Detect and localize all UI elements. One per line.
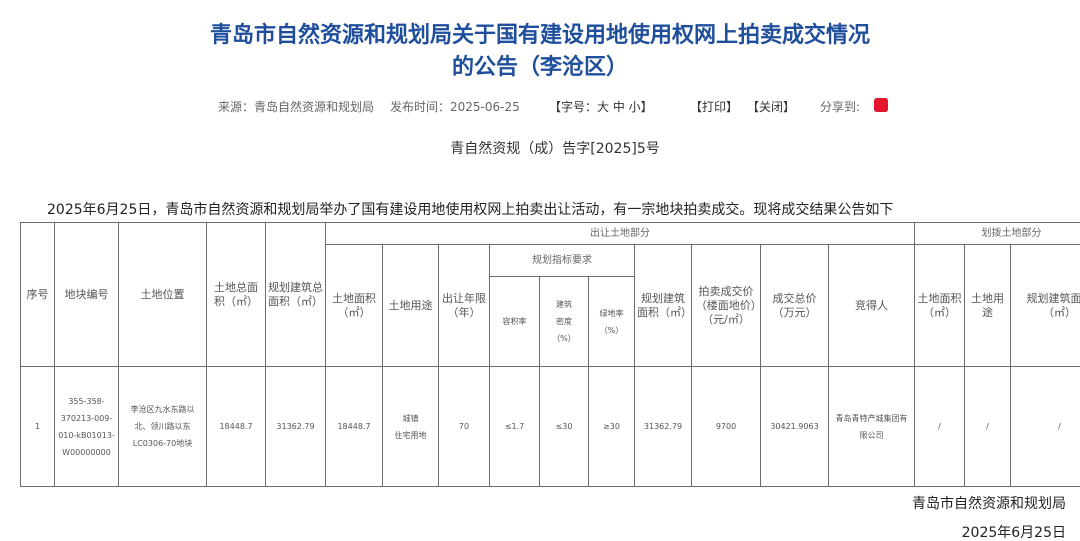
cell-parcel-no-line: W00000000 (62, 447, 111, 457)
close-link[interactable]: 【关闭】 (747, 98, 795, 115)
cell-location-line: 李沧区九水东路以 (130, 405, 195, 414)
header-far: 容积率 (489, 276, 540, 367)
print-link[interactable]: 【打印】 (690, 98, 738, 115)
header-green: 绿地率 （%） (588, 276, 635, 367)
header-alloc-build: 规划建筑面积（㎡） (1009, 244, 1080, 367)
header-green-line1: 绿地率 (599, 308, 624, 318)
header-price: 拍卖成交价（楼面地价）（元/㎡） (691, 244, 761, 367)
header-total-build-area: 规划建筑总面积（㎡） (265, 222, 326, 367)
header-alloc-area: 土地面积（㎡） (914, 244, 965, 367)
cell-land-use: 城镇 住宅用地 (382, 366, 439, 487)
header-total-area: 土地总面积（㎡） (206, 222, 266, 367)
cell-density: ≤30 (539, 366, 589, 487)
header-group-allocate: 划拨土地部分 (913, 222, 1080, 245)
cell-winner: 青岛青特产城集团有 限公司 (828, 366, 915, 487)
footer-date: 2025年6月25日 (961, 525, 1066, 541)
cell-parcel-no-line: 010-kB01013- (58, 430, 115, 440)
header-build-area: 规划建筑面积（㎡） (634, 244, 692, 367)
cell-location-line: 北、领川路以东 (134, 422, 191, 431)
header-years: 出让年限（年） (438, 244, 490, 367)
intro-paragraph: 2025年6月25日，青岛市自然资源和规划局举办了国有建设用地使用权网上拍卖出让… (47, 202, 894, 218)
cell-land-use-line: 住宅用地 (394, 430, 427, 440)
font-size-switch[interactable]: 【字号：大 中 小】 (549, 98, 653, 115)
article-title-line1: 青岛市自然资源和规划局关于国有建设用地使用权网上拍卖成交情况 (209, 23, 870, 48)
header-density-line1: 建筑 (556, 300, 572, 309)
header-density: 建筑 密度 （%） (539, 276, 589, 367)
article-title: 青岛市自然资源和规划局关于国有建设用地使用权网上拍卖成交情况 的公告（李沧区） (0, 20, 1080, 84)
header-group-planning: 规划指标要求 (489, 244, 635, 277)
cell-land-area: 18448.7 (325, 366, 383, 487)
header-land-use: 土地用途 (382, 244, 439, 367)
article-title-line2: 的公告（李沧区） (451, 55, 628, 80)
cell-seq: 1 (20, 366, 55, 487)
cell-total-price: 30421.9063 (760, 366, 829, 487)
auction-result-table: 序号 地块编号 土地位置 土地总面积（㎡） 规划建筑总面积（㎡） 出让土地部分 … (20, 222, 1080, 487)
cell-alloc-use: / (964, 366, 1011, 487)
article-meta-bar: 来源：青岛自然资源和规划局 发布时间：2025-06-25 【字号：大 中 小】… (0, 96, 1080, 116)
document-number: 青自然资规（成）告字[2025]5号 (450, 141, 660, 157)
cell-winner-line: 限公司 (859, 430, 884, 440)
publish-time: 发布时间：2025-06-25 (390, 100, 520, 114)
header-green-line2: （%） (599, 325, 624, 335)
header-group-transfer: 出让土地部分 (325, 222, 915, 245)
header-parcel-no: 地块编号 (54, 222, 119, 367)
header-location: 土地位置 (118, 222, 207, 367)
header-alloc-use: 土地用途 (964, 244, 1011, 367)
cell-land-use-line: 城镇 (402, 413, 419, 423)
cell-price: 9700 (691, 366, 761, 487)
cell-winner-line: 青岛青特产城集团有 (835, 413, 908, 423)
cell-alloc-build: / (1009, 366, 1080, 487)
cell-parcel-no: 355-358- 370213-009- 010-kB01013- W00000… (54, 366, 119, 487)
cell-green: ≥30 (588, 366, 635, 487)
cell-location-line: LC0306-70地块 (132, 439, 193, 448)
header-density-line2: 密度 (556, 317, 572, 326)
cell-years: 70 (438, 366, 490, 487)
cell-far: ≤1.7 (489, 366, 540, 487)
share-label: 分享到: (820, 100, 861, 114)
cell-total-build-area: 31362.79 (265, 366, 326, 487)
source-label: 来源：青岛自然资源和规划局 (218, 100, 375, 114)
table-row: 1 355-358- 370213-009- 010-kB01013- W000… (20, 366, 1080, 487)
header-density-line3: （%） (552, 334, 576, 343)
cell-build-area: 31362.79 (634, 366, 692, 487)
footer-organization: 青岛市自然资源和规划局 (912, 496, 1066, 512)
cell-location: 李沧区九水东路以 北、领川路以东 LC0306-70地块 (118, 366, 207, 487)
header-total-price: 成交总价（万元） (760, 244, 829, 367)
cell-alloc-area: / (914, 366, 965, 487)
weibo-icon[interactable] (874, 98, 888, 112)
cell-total-area: 18448.7 (206, 366, 266, 487)
cell-parcel-no-line: 370213-009- (60, 413, 113, 423)
header-land-area: 土地面积（㎡） (325, 244, 383, 367)
header-winner: 竞得人 (828, 244, 915, 367)
cell-parcel-no-line: 355-358- (68, 396, 105, 406)
header-seq: 序号 (20, 222, 55, 367)
